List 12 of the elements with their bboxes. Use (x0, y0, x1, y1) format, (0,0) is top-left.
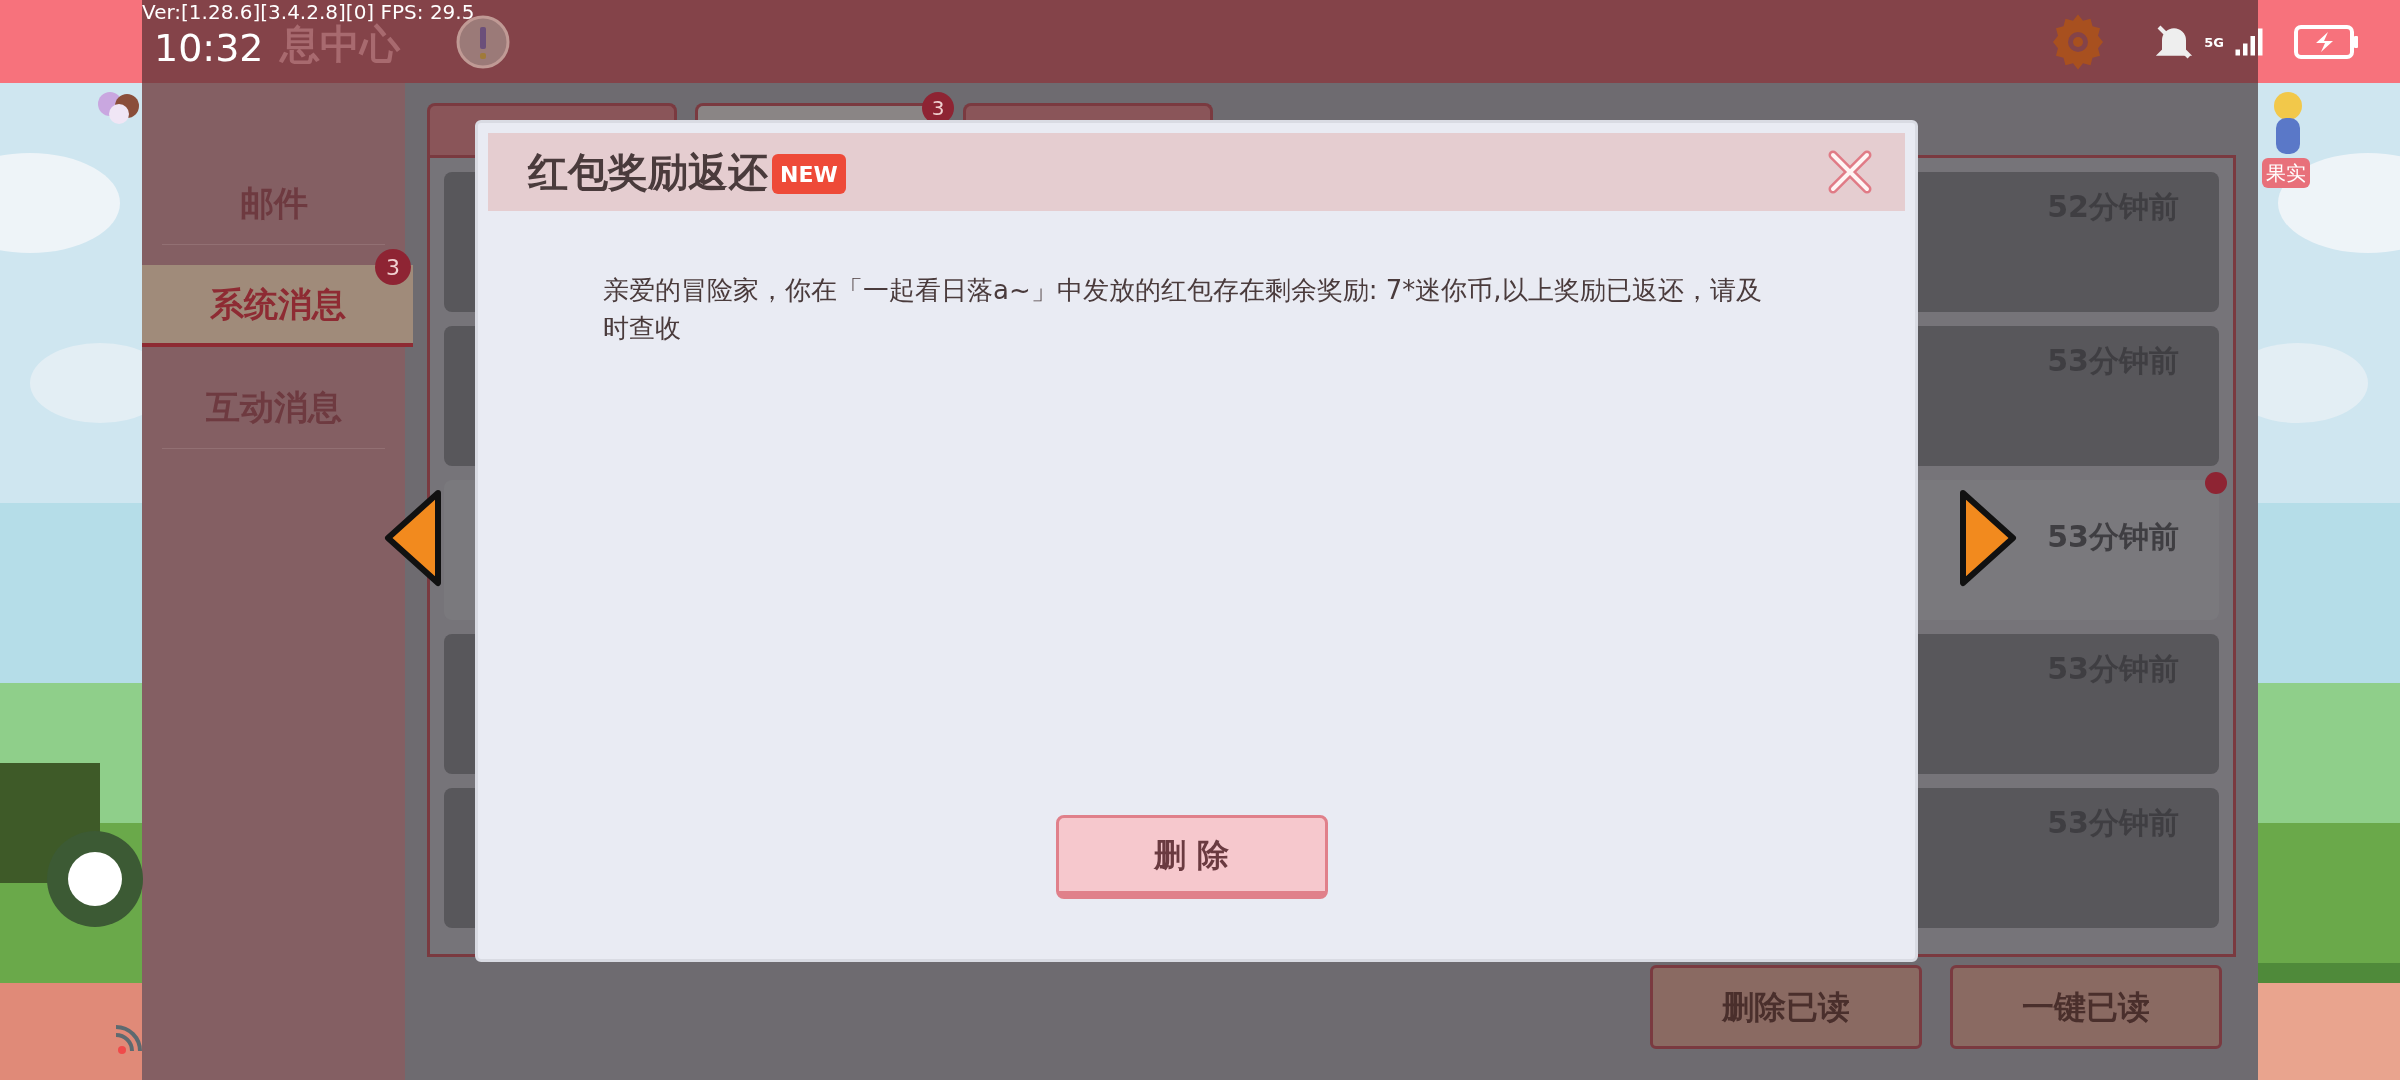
footer-button[interactable]: 删除已读 (1650, 965, 1922, 1049)
dialog-title: 红包奖励返还 (528, 148, 768, 197)
badge: 3 (375, 249, 411, 285)
message-time: 53分钟前 (2047, 518, 2179, 556)
clock-text: 10:32 (154, 25, 264, 72)
new-badge: NEW (772, 154, 846, 194)
reward-label: 果实 (2262, 158, 2310, 188)
delete-button[interactable]: 删 除 (1055, 815, 1328, 899)
version-text: Ver:[1.28.6][3.4.2.8][0] FPS: 29.5 (142, 2, 475, 22)
footer-button[interactable]: 一键已读 (1950, 965, 2222, 1049)
dialog-message: 亲爱的冒险家，你在「一起看日落a~」中发放的红包存在剩余奖励: 7*迷你币,以上奖励已返还，请及时查收 (603, 274, 1763, 345)
network-text: 5G (2204, 35, 2224, 49)
